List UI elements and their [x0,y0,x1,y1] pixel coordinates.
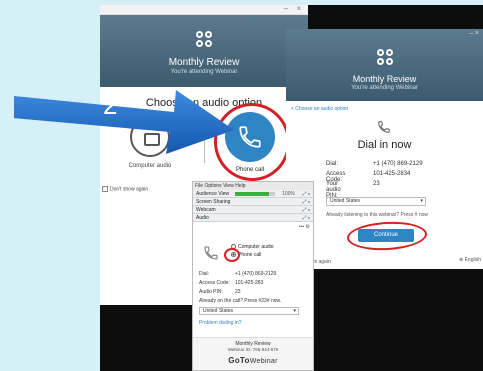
more-options-icon[interactable]: ••• ⚙ [299,224,310,230]
panel-footer: Monthly Review Webinar ID: 765-944-875 G… [193,337,313,370]
access-code-value: 101-425-2834 [373,171,411,177]
language-selector[interactable]: ⊕ English [459,257,481,263]
back-to-audio-options-link[interactable]: < Choose an audio option [291,106,348,112]
panel-access-code-row: Access Code: 101-425-283 [199,280,263,286]
country-select-value: United States [330,198,361,204]
country-select[interactable]: United States ▾ [326,197,426,206]
computer-audio-label[interactable]: Computer audio [112,163,188,169]
dialog-header: Monthly Review You're attending Webinar [100,15,308,87]
panel-dial-row: Dial: +1 (470) 869-2129 [199,271,276,277]
gotowebinar-logo-icon [195,30,213,48]
step-number: 2 [103,90,118,120]
dial-in-dialog: – × Monthly Review You're attending Webi… [286,29,483,269]
titlebar: – × [100,5,308,15]
annotation-arrow-icon [14,90,234,154]
access-code-label: Access Code: [199,280,230,286]
country-select-value: United States [203,308,234,314]
dial-value: +1 (470) 869-2129 [235,271,277,277]
footer-webinar-id: Webinar ID: 765-944-875 [227,347,279,352]
globe-icon: ⊕ [459,257,464,263]
panel-menubar[interactable]: File Options View Help [193,182,313,190]
panel-row-audio[interactable]: Audio ⤢ ▴ [193,214,313,222]
expand-icon[interactable]: ⤢ ▴ [303,190,311,198]
webinar-title: Monthly Review [352,74,417,84]
brand-light: Webinar [249,358,278,365]
row-label: Screen Sharing [196,199,231,205]
panel-already-text: Already on the call? Press #23# now. [199,298,282,304]
dialog-header: – × Monthly Review You're attending Webi… [286,29,483,101]
highlight-circle-continue [346,219,428,253]
panel-audio-pin-row: Audio PIN: 23 [199,289,241,295]
expand-icon[interactable]: ⤢ ▴ [303,214,311,222]
panel-country-select[interactable]: United States ▾ [199,307,299,315]
already-listening-text: Already listening to this webinar? Press… [326,212,428,218]
dont-show-again-checkbox[interactable]: Don't show again [102,186,148,192]
phone-icon [378,121,390,133]
dial-label: Dial: [326,161,339,167]
dial-in-heading: Dial in now [357,139,412,151]
row-label: Audio [196,215,209,221]
expand-icon[interactable]: ⤢ ▴ [303,206,311,214]
language-label: English [464,257,481,263]
gotowebinar-brand-logo: GoToWebinar [193,356,313,365]
chevron-down-icon: ▾ [293,308,296,314]
webinar-subtitle: You're attending Webinar [170,69,238,75]
control-panel: File Options View Help Audience View 100… [192,181,314,371]
expand-icon[interactable]: ⤢ ▴ [303,198,311,206]
dial-value: +1 (470) 869-2129 [373,161,423,167]
panel-row-webcam[interactable]: Webcam ⤢ ▴ [193,206,313,214]
brand-bold: GoTo [228,356,250,365]
chevron-down-icon: ▾ [420,198,423,204]
phone-icon [204,246,218,260]
audio-pin-value: 23 [373,181,380,187]
window-controls[interactable]: – × [284,5,304,13]
panel-row-audience-view[interactable]: Audience View 100% ⤢ ▴ [193,190,313,198]
row-label: Webcam [196,207,216,213]
dial-label: Dial: [199,271,210,277]
audience-view-percent: 100% [282,191,295,197]
highlight-circle-phone-radio [224,248,240,262]
access-code-value: 101-425-283 [235,280,264,286]
problem-dialing-link[interactable]: Problem dialing in? [199,320,242,326]
audience-view-meter [235,192,275,196]
webinar-title: Monthly Review [168,57,240,68]
webinar-subtitle: You're attending Webinar [351,85,418,91]
window-controls[interactable]: – × [469,30,479,37]
row-label: Audience View [196,191,229,197]
meter-fill [235,192,269,196]
gotowebinar-logo-icon [376,48,394,66]
audio-pin-value: 23 [235,289,241,295]
panel-row-screen-sharing[interactable]: Screen Sharing ⤢ ▴ [193,198,313,206]
audio-pin-label: Audio PIN: [199,289,223,295]
